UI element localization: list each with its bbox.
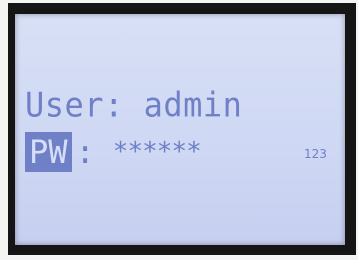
password-field[interactable]: ****** [113,137,202,167]
password-separator: : [75,133,95,171]
user-row: User: admin [25,88,242,122]
user-label: User: [25,84,124,125]
device-frame: User: admin PW : ****** 123 [0,0,358,260]
password-row[interactable]: PW : ****** [25,131,202,173]
user-value[interactable]: admin [144,85,243,125]
input-mode-indicator: 123 [304,147,327,161]
lcd-screen: User: admin PW : ****** 123 [15,14,345,245]
password-label-selected: PW [25,132,72,172]
